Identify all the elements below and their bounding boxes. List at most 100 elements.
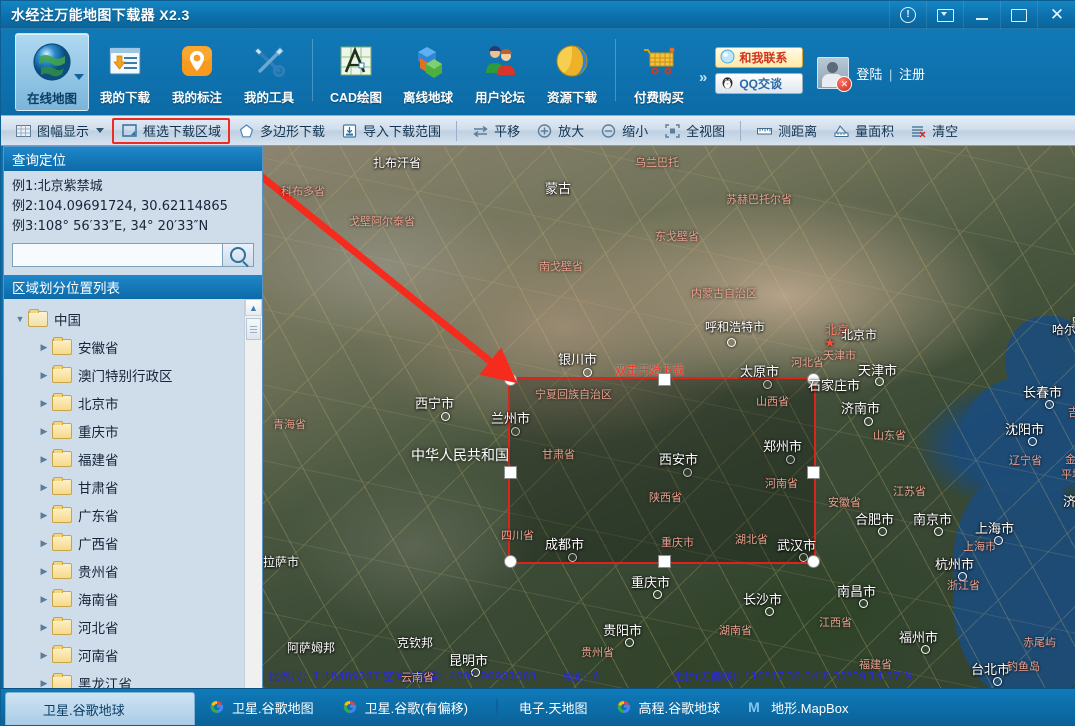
toolbar-item-import-range[interactable]: 导入下载范围 [333, 118, 449, 143]
info-button[interactable]: ! [889, 1, 926, 29]
toolbar-item-rect-select[interactable]: 框选下载区域 [112, 118, 230, 144]
toolbar-item-pan[interactable]: 平移 [464, 118, 528, 143]
toolbar-label: 框选下载区域 [143, 121, 221, 140]
expand-arrow-icon[interactable]: ▶ [36, 650, 52, 661]
scroll-up-button[interactable]: ▲ [245, 299, 262, 316]
ribbon-label: CAD绘图 [330, 87, 382, 106]
search-button[interactable] [222, 243, 254, 267]
ribbon-item-resources[interactable]: 资源下载 [536, 33, 608, 109]
tree-node-gansu[interactable]: ▶ 甘肃省 [10, 473, 262, 501]
tree-node-label: 河南省 [78, 645, 119, 665]
tab-google-map-satellite[interactable]: 卫星.谷歌地图 [195, 689, 328, 725]
chevron-down-icon[interactable] [74, 74, 84, 80]
tree-scrollbar[interactable]: ▲ ▼ [244, 299, 262, 705]
tree-node-fujian[interactable]: ▶ 福建省 [10, 445, 262, 473]
chevron-down-icon[interactable] [96, 128, 104, 133]
tab-label: 电子.天地图 [519, 698, 588, 717]
expand-arrow-icon[interactable]: ▶ [36, 398, 52, 409]
maximize-button[interactable] [1000, 1, 1037, 29]
folder-icon [52, 563, 72, 579]
expand-arrow-icon[interactable]: ▶ [36, 342, 52, 353]
tree-node-beijing[interactable]: ▶ 北京市 [10, 389, 262, 417]
scrollbar-thumb[interactable] [246, 318, 261, 340]
tab-tianditu-vector[interactable]: 电子.天地图 [482, 689, 602, 725]
ribbon-items: 在线地图 我的下载 [1, 29, 935, 115]
city-marker [441, 412, 450, 421]
expand-arrow-icon[interactable]: ▶ [36, 538, 52, 549]
zoom-in-icon [536, 123, 553, 139]
tree-node-hebei[interactable]: ▶ 河北省 [10, 613, 262, 641]
handle-bottom-left[interactable] [504, 555, 517, 568]
expand-arrow-icon[interactable]: ▶ [36, 370, 52, 381]
tab-label: 卫星.谷歌(有偏移) [365, 698, 468, 717]
toolbar-item-measure-distance[interactable]: 测距离 [748, 118, 825, 143]
expand-arrow-icon[interactable]: ▶ [36, 622, 52, 633]
handle-bottom-right[interactable] [807, 555, 820, 568]
city-marker [1028, 437, 1037, 446]
query-example-1: 例1:北京紫禁城 [12, 177, 254, 197]
tree-node-henan[interactable]: ▶ 河南省 [10, 641, 262, 669]
ribbon-item-online-map[interactable]: 在线地图 [15, 33, 89, 111]
expand-arrow-icon[interactable]: ▶ [36, 482, 52, 493]
contact-me-button[interactable]: 和我联系 [715, 47, 803, 68]
close-button[interactable]: ✕ [1037, 1, 1075, 29]
toolbar-label: 测距离 [778, 121, 817, 140]
handle-top-left[interactable] [504, 373, 517, 386]
dock-button[interactable] [926, 1, 963, 29]
tree-node-guangdong[interactable]: ▶ 广东省 [10, 501, 262, 529]
tree-node-hainan[interactable]: ▶ 海南省 [10, 585, 262, 613]
toolbar-item-measure-area[interactable]: 量面积 [825, 118, 902, 143]
expand-arrow-icon[interactable]: ▶ [36, 594, 52, 605]
download-selection-box[interactable]: 双击开始下载 [508, 377, 816, 564]
ribbon-item-cad[interactable]: CAD绘图 [320, 33, 392, 109]
expand-arrow-icon[interactable]: ▶ [36, 566, 52, 577]
city-marker [625, 638, 634, 647]
handle-top-right[interactable] [807, 373, 820, 386]
tree-node-chongqing[interactable]: ▶ 重庆市 [10, 417, 262, 445]
map-view[interactable]: ★ 双击开始下载 比例尺：1:18489287 级别: 6 [263, 146, 1075, 688]
expand-arrow-icon[interactable]: ▼ [12, 314, 28, 324]
toolbar-item-sheet-display[interactable]: 图幅显示 [7, 118, 112, 143]
qq-chat-button[interactable]: QQ交谈 [715, 73, 803, 94]
ribbon-item-my-downloads[interactable]: 我的下载 [89, 33, 161, 109]
toolbar-item-full-view[interactable]: 全视图 [656, 118, 733, 143]
ribbon-item-my-tools[interactable]: 我的工具 [233, 33, 305, 109]
expand-arrow-icon[interactable]: ▶ [36, 454, 52, 465]
register-link[interactable]: 注册 [899, 67, 925, 82]
tab-mapbox-terrain[interactable]: M 地形.MapBox [734, 689, 862, 725]
login-link[interactable]: 登陆 [856, 67, 882, 82]
ribbon-item-offline-earth[interactable]: 离线地球 [392, 33, 464, 109]
expand-arrow-icon[interactable]: ▶ [36, 678, 52, 689]
toolbar-item-zoom-in[interactable]: 放大 [528, 118, 592, 143]
toolbar-item-polygon-download[interactable]: 多边形下载 [230, 118, 333, 143]
tree-node-guangxi[interactable]: ▶ 广西省 [10, 529, 262, 557]
tab-google-earth-satellite[interactable]: 卫星.谷歌地球 [5, 692, 195, 725]
minimize-button[interactable] [963, 1, 1000, 29]
tree-node-china[interactable]: ▼ 中国 [10, 305, 262, 333]
tree-node-macau[interactable]: ▶ 澳门特别行政区 [10, 361, 262, 389]
query-example-3: 例3:108° 56′33″E, 34° 20′33″N [12, 217, 254, 237]
ribbon-overflow-button[interactable]: » [699, 69, 707, 86]
ribbon-item-forum[interactable]: 用户论坛 [464, 33, 536, 109]
avatar[interactable]: ✕ [817, 57, 849, 89]
ribbon-item-my-marks[interactable]: 我的标注 [161, 33, 233, 109]
ribbon-item-purchase[interactable]: 付费购买 [623, 33, 695, 109]
toolbar-item-clear[interactable]: 清空 [902, 118, 966, 143]
handle-middle-right[interactable] [807, 466, 820, 479]
cad-icon [336, 37, 376, 85]
expand-arrow-icon[interactable]: ▶ [36, 426, 52, 437]
msn-icon [720, 49, 735, 67]
tree-node-anhui[interactable]: ▶ 安徽省 [10, 333, 262, 361]
measure-distance-icon [756, 123, 773, 139]
tree-node-guizhou[interactable]: ▶ 贵州省 [10, 557, 262, 585]
toolbar-label: 图幅显示 [37, 121, 89, 140]
ribbon-label: 我的工具 [244, 87, 294, 106]
tab-google-elevation[interactable]: 高程.谷歌地球 [602, 689, 735, 725]
expand-arrow-icon[interactable]: ▶ [36, 510, 52, 521]
handle-top-center[interactable] [658, 373, 671, 386]
search-input[interactable] [12, 243, 222, 267]
handle-bottom-center[interactable] [658, 555, 671, 568]
handle-middle-left[interactable] [504, 466, 517, 479]
toolbar-item-zoom-out[interactable]: 缩小 [592, 118, 656, 143]
tab-google-satellite-offset[interactable]: 卫星.谷歌(有偏移) [328, 689, 482, 725]
